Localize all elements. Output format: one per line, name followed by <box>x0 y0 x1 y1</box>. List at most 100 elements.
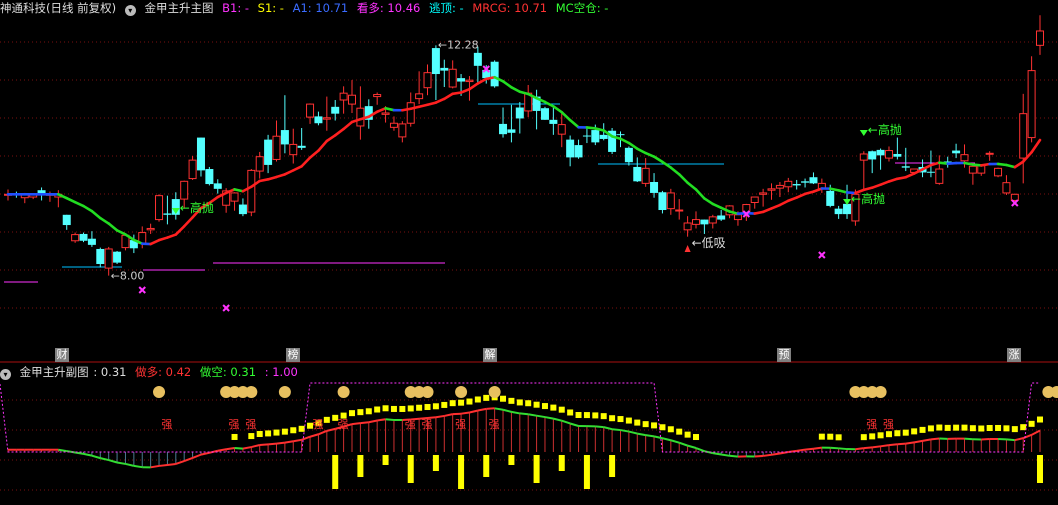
candle <box>717 210 726 221</box>
strong-signal-label: 强 <box>489 418 500 431</box>
strength-bar <box>1037 416 1043 423</box>
strength-bar <box>256 431 263 437</box>
dixi-signal: ←低吸 <box>692 236 726 250</box>
strength-bar <box>592 412 599 419</box>
candle-body <box>448 68 457 88</box>
candle-body <box>901 166 910 168</box>
candle-body <box>205 169 214 185</box>
oscillator-line <box>637 432 646 437</box>
candle-body <box>87 238 96 245</box>
oscillator-line <box>544 416 554 420</box>
candle-body <box>431 48 440 75</box>
trend-line-segment <box>90 209 102 220</box>
strong-signal-label: 强 <box>866 418 877 431</box>
chevron-down-icon[interactable]: ▾ <box>0 369 11 380</box>
x-marker-icon <box>138 286 146 294</box>
oscillator-line <box>628 430 638 435</box>
strength-bar <box>894 430 901 437</box>
oscillator-line <box>58 448 67 453</box>
trend-line-segment <box>568 118 580 129</box>
oscillator-line <box>762 453 772 457</box>
strength-bar <box>642 421 649 428</box>
trend-line-segment <box>468 82 480 91</box>
candle-body <box>331 106 340 114</box>
strength-bar <box>349 410 355 417</box>
strength-bar <box>500 395 507 402</box>
trend-line-segment <box>283 169 295 176</box>
trend-line-segment <box>552 105 564 114</box>
kline-chart[interactable]: ←12.28←8.00←高抛←高抛←高抛←低吸强强强强强强强强强强强强 <box>0 0 1058 505</box>
candle <box>356 86 365 140</box>
strong-signal-label: 强 <box>883 418 894 431</box>
candle-body <box>675 209 684 212</box>
trend-line-segment <box>476 77 488 85</box>
event-marker-cai[interactable]: 财 <box>55 348 69 362</box>
oscillator-line <box>116 461 126 465</box>
candle <box>289 128 298 164</box>
oscillator-line <box>1031 429 1041 436</box>
event-marker-zhang[interactable]: 涨 <box>1007 348 1021 362</box>
candle-body <box>641 167 650 184</box>
volume-bar <box>1037 455 1043 483</box>
stock-title[interactable]: 神通科技(日线 前复权) <box>0 1 116 15</box>
sub-value-0: : 0.31 <box>93 365 127 379</box>
strength-bar <box>248 433 255 440</box>
a1-value: A1: 10.71 <box>292 1 349 15</box>
candle <box>994 167 1003 178</box>
s1-value: S1: - <box>257 1 284 15</box>
candle <box>297 128 306 150</box>
trend-line-segment <box>459 87 471 94</box>
oscillator-line <box>964 437 973 441</box>
oscillator-line <box>880 444 890 448</box>
candle-body <box>717 215 726 220</box>
candle <box>675 199 684 220</box>
candle-body <box>1036 30 1044 46</box>
candle-body <box>196 137 205 171</box>
low-price-label: ←8.00 <box>111 270 145 283</box>
oscillator-line <box>259 443 269 446</box>
sub-indicator-name[interactable]: 金甲主升副图 <box>20 365 89 379</box>
strength-bar <box>818 433 825 440</box>
candle-body <box>155 195 164 221</box>
strength-bar <box>516 399 523 406</box>
candle-body <box>893 153 902 157</box>
oscillator-line <box>872 445 881 449</box>
oscillator-line <box>183 456 193 462</box>
candle-body <box>658 192 667 211</box>
candle <box>272 120 281 162</box>
strong-signal-label: 强 <box>161 418 172 431</box>
candle-body <box>163 213 172 215</box>
money-bag-icon <box>245 386 258 398</box>
oscillator-line <box>653 435 663 440</box>
main-indicator-name[interactable]: 金甲主升主图 <box>144 1 213 15</box>
event-marker-yu[interactable]: 预 <box>777 348 791 362</box>
candle <box>415 71 424 105</box>
zuoduo-value: 做多: 0.42 <box>135 365 192 379</box>
candle-body <box>322 117 331 120</box>
candle <box>1019 93 1028 184</box>
trend-line-segment <box>518 90 530 96</box>
candle-body <box>952 150 961 154</box>
candle <box>759 188 768 207</box>
oscillator-line <box>838 447 848 451</box>
candle <box>549 106 558 135</box>
oscillator-line <box>83 452 93 457</box>
volume-bar <box>357 455 364 477</box>
volume-bar <box>458 455 465 489</box>
candle-body <box>935 168 944 184</box>
candle-body <box>348 94 356 105</box>
trend-line-segment <box>1005 163 1017 169</box>
strength-bar <box>550 404 557 411</box>
oscillator-line <box>91 454 101 460</box>
sub-indicator-header: ▾ 金甲主升副图 : 0.31 做多: 0.42 做空: 0.31 : 1.00 <box>0 364 303 380</box>
oscillator-line <box>309 433 319 438</box>
chevron-down-icon[interactable]: ▾ <box>124 5 136 16</box>
trend-line-segment <box>275 173 287 179</box>
event-marker-bang[interactable]: 榜 <box>286 348 300 362</box>
event-marker-jie[interactable]: 解 <box>483 348 497 362</box>
candle-body <box>381 112 390 115</box>
volume-bar <box>508 455 515 465</box>
strength-bar <box>441 401 448 408</box>
candle <box>700 219 709 234</box>
strength-bar <box>290 427 297 434</box>
